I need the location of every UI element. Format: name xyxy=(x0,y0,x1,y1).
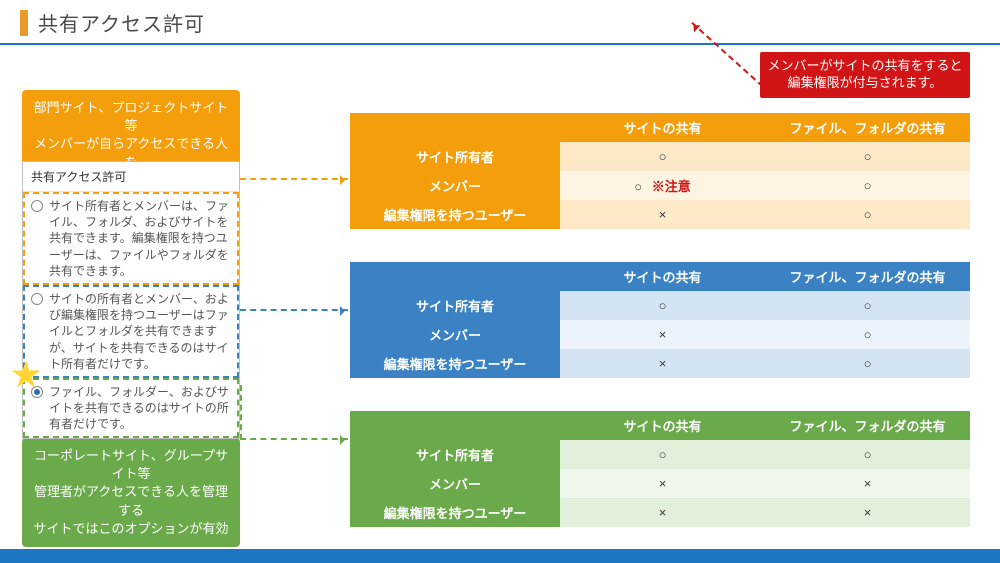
cell: ○ xyxy=(560,291,765,320)
row-label: サイト所有者 xyxy=(350,291,560,320)
row-label: 編集権限を持つユーザー xyxy=(350,349,560,378)
row-label: サイト所有者 xyxy=(350,142,560,171)
row-label: メンバー xyxy=(350,469,560,498)
title-underline xyxy=(0,43,1000,45)
cell: ○ xyxy=(765,142,970,171)
connector-green-icon xyxy=(240,385,348,440)
option-text: サイトの所有者とメンバー、および編集権限を持つユーザーはファイルとフォルダを共有… xyxy=(49,291,231,372)
option-text: ファイル、フォルダー、およびサイトを共有できるのはサイトの所有者だけです。 xyxy=(49,384,231,433)
radio-icon[interactable] xyxy=(31,200,43,212)
cell: × xyxy=(560,469,765,498)
footer-bar xyxy=(0,549,1000,563)
col-blank xyxy=(350,113,560,142)
callout-option3: コーポレートサイト、グループサイト等管理者がアクセスできる人を管理するサイトでは… xyxy=(22,438,240,547)
col-blank xyxy=(350,262,560,291)
permissions-table-option1: サイトの共有 ファイル、フォルダの共有 サイト所有者 ○ ○ メンバー ○ ※注… xyxy=(350,113,970,229)
table-row: サイト所有者 ○ ○ xyxy=(350,142,970,171)
row-label: 編集権限を持つユーザー xyxy=(350,498,560,527)
warning-tag: ※注意 xyxy=(652,179,691,194)
cell: ○ xyxy=(765,440,970,469)
col-file-share: ファイル、フォルダの共有 xyxy=(765,113,970,142)
col-site-share: サイトの共有 xyxy=(560,113,765,142)
cell-value: ○ xyxy=(634,179,642,194)
table-row: 編集権限を持つユーザー × × xyxy=(350,498,970,527)
col-site-share: サイトの共有 xyxy=(560,262,765,291)
option-text: サイト所有者とメンバーは、ファイル、フォルダ、およびサイトを共有できます。編集権… xyxy=(49,198,231,279)
cell: × xyxy=(560,320,765,349)
cell: × xyxy=(560,200,765,229)
permissions-table-option3: サイトの共有 ファイル、フォルダの共有 サイト所有者 ○ ○ メンバー × × … xyxy=(350,411,970,527)
col-file-share: ファイル、フォルダの共有 xyxy=(765,411,970,440)
connector-blue-icon xyxy=(240,309,348,311)
slide-title: 共有アクセス許可 xyxy=(38,8,205,37)
sharing-options-panel: 共有アクセス許可 サイト所有者とメンバーは、ファイル、フォルダ、およびサイトを共… xyxy=(22,161,240,439)
panel-heading: 共有アクセス許可 xyxy=(23,162,239,192)
table-row: メンバー × ○ xyxy=(350,320,970,349)
cell: × xyxy=(765,498,970,527)
permissions-table-option2: サイトの共有 ファイル、フォルダの共有 サイト所有者 ○ ○ メンバー × ○ … xyxy=(350,262,970,378)
row-label: メンバー xyxy=(350,320,560,349)
table-row: メンバー ○ ※注意 ○ xyxy=(350,171,970,200)
slide-title-bar: 共有アクセス許可 xyxy=(0,0,1000,43)
row-label: 編集権限を持つユーザー xyxy=(350,200,560,229)
row-label: サイト所有者 xyxy=(350,440,560,469)
table-row: サイト所有者 ○ ○ xyxy=(350,291,970,320)
col-site-share: サイトの共有 xyxy=(560,411,765,440)
cell: ○ ※注意 xyxy=(560,171,765,200)
cell: × xyxy=(765,469,970,498)
radio-icon[interactable] xyxy=(31,386,43,398)
option-row-2[interactable]: サイトの所有者とメンバー、および編集権限を持つユーザーはファイルとフォルダを共有… xyxy=(23,285,239,378)
connector-orange-icon xyxy=(240,178,348,180)
cell: × xyxy=(560,498,765,527)
cell: ○ xyxy=(560,440,765,469)
cell: ○ xyxy=(560,142,765,171)
table-row: 編集権限を持つユーザー × ○ xyxy=(350,349,970,378)
col-blank xyxy=(350,411,560,440)
table-row: メンバー × × xyxy=(350,469,970,498)
cell: × xyxy=(560,349,765,378)
row-label: メンバー xyxy=(350,171,560,200)
col-file-share: ファイル、フォルダの共有 xyxy=(765,262,970,291)
cell: ○ xyxy=(765,200,970,229)
option-row-1[interactable]: サイト所有者とメンバーは、ファイル、フォルダ、およびサイトを共有できます。編集権… xyxy=(23,192,239,285)
table-row: 編集権限を持つユーザー × ○ xyxy=(350,200,970,229)
cell: ○ xyxy=(765,171,970,200)
option-row-3[interactable]: ファイル、フォルダー、およびサイトを共有できるのはサイトの所有者だけです。 xyxy=(23,378,239,439)
radio-icon[interactable] xyxy=(31,293,43,305)
cell: ○ xyxy=(765,291,970,320)
cell: ○ xyxy=(765,320,970,349)
table-row: サイト所有者 ○ ○ xyxy=(350,440,970,469)
title-accent-icon xyxy=(20,10,28,36)
cell: ○ xyxy=(765,349,970,378)
warning-callout: メンバーがサイトの共有をすると編集権限が付与されます。 xyxy=(760,52,970,98)
